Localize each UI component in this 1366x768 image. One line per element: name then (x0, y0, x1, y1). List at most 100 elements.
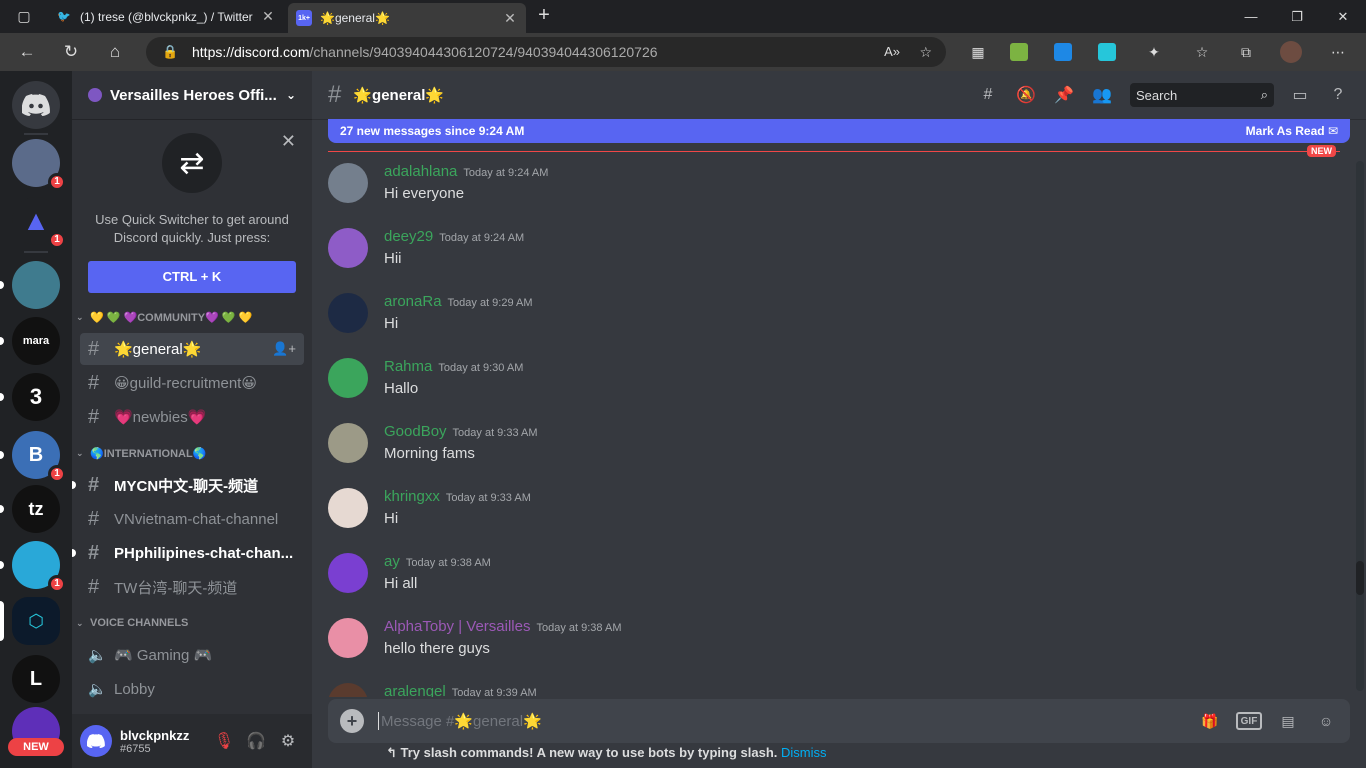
server-icon-selected[interactable]: ⬡ (0, 597, 60, 645)
upload-plus-icon[interactable]: + (340, 709, 364, 733)
channel-guild-recruitment[interactable]: # 😀guild-recruitment😀 (80, 367, 304, 399)
category-voice[interactable]: ⌄ VOICE CHANNELS (72, 609, 312, 637)
author-name[interactable]: ay (384, 553, 400, 570)
server-icon[interactable]: 1 (12, 139, 66, 191)
channel-vietnam[interactable]: # VNvietnam-chat-channel (80, 503, 304, 535)
close-tab-icon[interactable]: ✕ (502, 10, 518, 27)
server-icon[interactable]: mara (0, 317, 60, 365)
author-avatar[interactable] (328, 163, 368, 203)
server-icon[interactable]: B1 (0, 431, 66, 483)
server-header[interactable]: Versailles Heroes Offi... ⌄ (72, 71, 312, 119)
settings-gear-icon[interactable]: ⚙ (272, 725, 304, 757)
minimize-button[interactable]: — (1228, 0, 1274, 33)
member-list-icon[interactable]: 👥 (1090, 83, 1114, 107)
inbox-icon[interactable]: ▭ (1288, 83, 1312, 107)
server-icon[interactable]: tz (0, 485, 60, 533)
home-icon[interactable]: ⌂ (102, 39, 128, 65)
search-input[interactable]: Search ⌕ (1130, 83, 1274, 107)
apps-icon[interactable]: ▦ (966, 40, 990, 64)
author-avatar[interactable] (328, 618, 368, 658)
server-name: Versailles Heroes Offi... (110, 86, 277, 104)
invite-icon[interactable]: 👤+ (272, 341, 296, 357)
voice-channel-gaming[interactable]: 🔈 🎮 Gaming 🎮 (80, 639, 304, 671)
author-avatar[interactable] (328, 488, 368, 528)
notification-bell-muted-icon[interactable]: 🔕 (1014, 83, 1038, 107)
favorites-icon[interactable]: ☆ (1190, 40, 1214, 64)
author-name[interactable]: aronaRa (384, 293, 442, 310)
gif-icon[interactable]: GIF (1236, 712, 1262, 730)
gift-icon[interactable]: 🎁 (1198, 709, 1222, 733)
url-path: /channels/940394044306120724/94039404430… (309, 44, 658, 60)
refresh-icon[interactable]: ↻ (58, 39, 84, 65)
author-avatar[interactable] (328, 553, 368, 593)
extension-icon[interactable] (1054, 43, 1072, 61)
extensions-puzzle-icon[interactable]: ✦ (1142, 40, 1166, 64)
author-avatar[interactable] (328, 228, 368, 268)
extension-icon[interactable] (1098, 43, 1116, 61)
profile-avatar[interactable] (1280, 41, 1302, 63)
category-international[interactable]: ⌄ 🌎INTERNATIONAL🌎 (72, 439, 312, 467)
author-avatar[interactable] (328, 293, 368, 333)
message-content: Morning fams (384, 445, 475, 462)
back-icon[interactable]: ← (14, 39, 40, 65)
timestamp: Today at 9:33 AM (445, 492, 531, 504)
help-icon[interactable]: ? (1326, 83, 1350, 107)
timestamp: Today at 9:39 AM (451, 687, 537, 697)
new-messages-bar[interactable]: 27 new messages since 9:24 AM Mark As Re… (328, 119, 1350, 143)
home-button[interactable] (12, 81, 60, 129)
channel-philipines[interactable]: # PHphilipines-chat-chan... (72, 537, 304, 569)
threads-icon[interactable]: # (976, 83, 1000, 107)
close-window-button[interactable]: ✕ (1320, 0, 1366, 33)
tab-title: (1) trese (@blvckpnkz_) / Twitter (80, 9, 253, 24)
user-avatar[interactable] (80, 725, 112, 757)
channel-mycn[interactable]: # MYCN中文-聊天-频道 (72, 469, 304, 501)
scrollbar[interactable] (1356, 161, 1364, 691)
category-community[interactable]: ⌄ 💛 💚 💜COMMUNITY💜 💚 💛 (72, 303, 312, 331)
message-composer[interactable]: + Message #🌟general🌟 🎁 GIF ▤ ☺ (328, 699, 1350, 743)
voice-channel-lobby[interactable]: 🔈 Lobby (80, 673, 304, 705)
server-icon[interactable]: 3 (0, 373, 60, 421)
author-name[interactable]: deey29 (384, 228, 433, 245)
more-menu-icon[interactable]: ⋯ (1326, 40, 1350, 64)
new-tab-button[interactable]: + (532, 4, 556, 28)
server-icon[interactable]: ▲ 1 (12, 197, 66, 249)
server-icon[interactable]: 1 (0, 541, 66, 593)
author-name[interactable]: khringxx (384, 488, 440, 505)
collections-icon[interactable]: ⧉ (1234, 40, 1258, 64)
author-name[interactable]: aralengel (384, 683, 446, 697)
author-name[interactable]: adalahlana (384, 163, 457, 180)
address-bar[interactable]: 🔒 https://discord.com/channels/940394044… (146, 37, 946, 67)
tab-actions-icon[interactable]: ▢ (12, 4, 36, 28)
dismiss-link[interactable]: Dismiss (781, 745, 827, 760)
maximize-button[interactable]: ❐ (1274, 0, 1320, 33)
scrollbar-thumb[interactable] (1356, 561, 1364, 595)
server-icon[interactable] (0, 261, 60, 309)
mark-as-read-button[interactable]: Mark As Read ✉ (1246, 124, 1338, 138)
author-avatar[interactable] (328, 423, 368, 463)
server-icon[interactable]: L (12, 655, 60, 703)
mute-microphone-icon[interactable]: 🎙 (208, 725, 240, 757)
browser-tab-discord[interactable]: 1k+ 🌟general🌟 ✕ (288, 3, 526, 33)
sticker-icon[interactable]: ▤ (1276, 709, 1300, 733)
close-icon[interactable]: ✕ (281, 131, 296, 152)
extension-icon[interactable] (1010, 43, 1028, 61)
read-aloud-icon[interactable]: A» (884, 37, 900, 67)
emoji-icon[interactable]: ☺ (1314, 709, 1338, 733)
quick-switcher-button[interactable]: CTRL + K (88, 261, 296, 293)
author-name[interactable]: AlphaToby | Versailles (384, 618, 530, 635)
author-name[interactable]: Rahma (384, 358, 432, 375)
message-input[interactable]: Message #🌟general🌟 (378, 712, 1184, 730)
author-name[interactable]: GoodBoy (384, 423, 447, 440)
channel-newbies[interactable]: # 💗newbies💗 (80, 401, 304, 433)
channel-general[interactable]: # 🌟general🌟 👤+ (80, 333, 304, 365)
author-avatar[interactable] (328, 683, 368, 697)
user-info[interactable]: blvckpnkzz #6755 (120, 728, 208, 755)
new-badge[interactable]: NEW (8, 738, 64, 756)
add-favorite-icon[interactable]: ☆ (919, 37, 932, 67)
author-avatar[interactable] (328, 358, 368, 398)
browser-tab-twitter[interactable]: 🐦 (1) trese (@blvckpnkz_) / Twitter ✕ (48, 0, 284, 33)
close-tab-icon[interactable]: ✕ (260, 8, 276, 25)
channel-tw[interactable]: # TW台湾-聊天-频道 (80, 571, 304, 603)
pinned-messages-icon[interactable]: 📌 (1052, 83, 1076, 107)
headphones-icon[interactable]: 🎧 (240, 725, 272, 757)
